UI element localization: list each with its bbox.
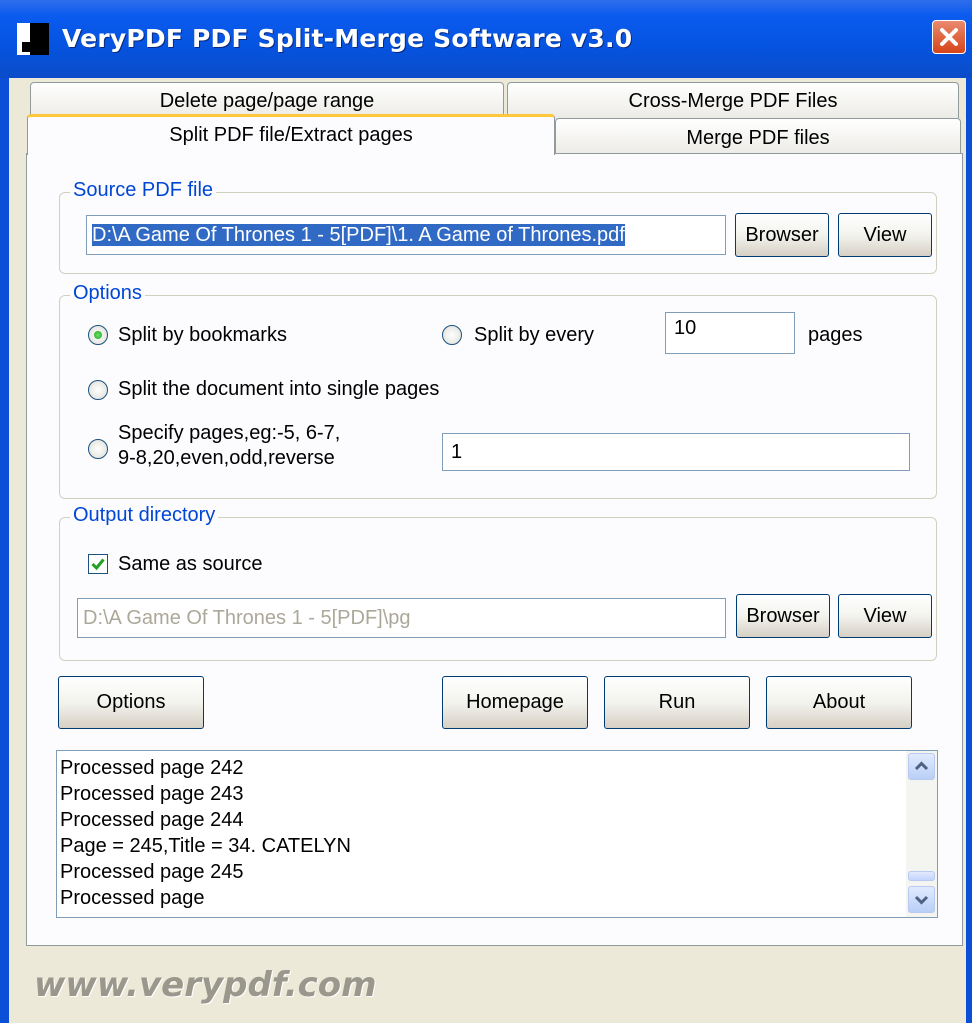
- homepage-button[interactable]: Homepage: [442, 676, 588, 729]
- log-output[interactable]: Processed page 242 Processed page 243 Pr…: [56, 750, 938, 918]
- options-group: Options Split by bookmarks Split by ever…: [59, 282, 937, 499]
- log-line: Processed page 243: [60, 783, 244, 805]
- source-group: Source PDF file D:\A Game Of Thrones 1 -…: [59, 179, 937, 274]
- specify-pages-input[interactable]: 1: [442, 433, 910, 471]
- log-line: Processed page 242: [60, 757, 244, 779]
- app-icon: [17, 23, 49, 55]
- app-window: VeryPDF PDF Split-Merge Software v3.0 De…: [0, 0, 972, 1023]
- source-browse-button[interactable]: Browser: [735, 213, 829, 257]
- output-browse-label: Browser: [746, 605, 820, 627]
- tab-delete-pages[interactable]: Delete page/page range: [30, 82, 504, 118]
- same-as-source-checkbox[interactable]: [88, 554, 108, 574]
- log-line: Processed page: [60, 887, 205, 909]
- output-legend: Output directory: [70, 504, 219, 527]
- homepage-button-label: Homepage: [466, 691, 564, 713]
- source-view-label: View: [863, 224, 907, 246]
- tab-label: Split PDF file/Extract pages: [169, 124, 413, 146]
- specify-pages-radio[interactable]: [88, 439, 108, 459]
- specify-pages-value: 1: [451, 441, 463, 463]
- close-icon: [940, 28, 958, 46]
- log-line: Processed page 245: [60, 861, 244, 883]
- about-button[interactable]: About: [766, 676, 912, 729]
- single-pages-label[interactable]: Split the document into single pages: [118, 378, 439, 401]
- source-path-text: D:\A Game Of Thrones 1 - 5[PDF]\1. A Gam…: [92, 224, 625, 246]
- log-scrollbar[interactable]: [906, 751, 937, 917]
- window-frame-left: [0, 78, 9, 1023]
- tab-label: Cross-Merge PDF Files: [628, 90, 838, 112]
- split-by-bookmarks-label[interactable]: Split by bookmarks: [118, 324, 287, 347]
- chevron-up-icon: [914, 761, 929, 771]
- pages-label: pages: [808, 324, 863, 346]
- split-every-value: 10: [674, 317, 697, 339]
- title-bar[interactable]: VeryPDF PDF Split-Merge Software v3.0: [0, 0, 972, 78]
- tab-label: Delete page/page range: [159, 90, 375, 112]
- output-path-input[interactable]: D:\A Game Of Thrones 1 - 5[PDF]\pg: [77, 598, 726, 638]
- tab-split-pdf[interactable]: Split PDF file/Extract pages: [27, 114, 555, 155]
- single-pages-radio[interactable]: [88, 380, 108, 400]
- tab-label: Merge PDF files: [686, 127, 830, 149]
- run-button-label: Run: [658, 691, 696, 713]
- options-legend: Options: [70, 282, 145, 305]
- footer-website: www.verypdf.com: [34, 965, 377, 1005]
- chevron-down-icon: [914, 895, 929, 905]
- checkmark-icon: [91, 558, 105, 571]
- source-view-button[interactable]: View: [838, 213, 932, 257]
- source-path-input[interactable]: D:\A Game Of Thrones 1 - 5[PDF]\1. A Gam…: [86, 215, 726, 255]
- output-browse-button[interactable]: Browser: [736, 594, 830, 638]
- specify-pages-label-line1[interactable]: Specify pages,eg:-5, 6-7,: [118, 422, 340, 445]
- radio-selected-dot: [94, 331, 102, 339]
- run-button[interactable]: Run: [604, 676, 750, 729]
- output-path-text: D:\A Game Of Thrones 1 - 5[PDF]\pg: [83, 607, 411, 629]
- log-line: Processed page 244: [60, 809, 244, 831]
- split-by-every-radio[interactable]: [442, 325, 462, 345]
- same-as-source-label[interactable]: Same as source: [118, 553, 263, 576]
- options-button[interactable]: Options: [58, 676, 204, 729]
- split-by-every-label[interactable]: Split by every: [474, 324, 594, 347]
- source-browse-label: Browser: [745, 224, 819, 246]
- split-every-input[interactable]: 10: [665, 312, 795, 354]
- tab-cross-merge[interactable]: Cross-Merge PDF Files: [507, 82, 959, 118]
- window-title: VeryPDF PDF Split-Merge Software v3.0: [62, 24, 633, 53]
- output-view-button[interactable]: View: [838, 594, 932, 638]
- specify-pages-label-line2[interactable]: 9-8,20,even,odd,reverse: [118, 447, 335, 470]
- tab-merge-pdf[interactable]: Merge PDF files: [555, 118, 961, 154]
- scroll-up-button[interactable]: [908, 753, 935, 780]
- log-line: Page = 245,Title = 34. CATELYN: [60, 835, 351, 857]
- log-lines: Processed page 242 Processed page 243 Pr…: [60, 755, 351, 911]
- split-by-bookmarks-radio[interactable]: [88, 325, 108, 345]
- close-button[interactable]: [932, 20, 966, 54]
- options-button-label: Options: [96, 691, 166, 713]
- output-group: Output directory Same as source D:\A Gam…: [59, 504, 937, 661]
- about-button-label: About: [812, 691, 866, 713]
- scroll-down-button[interactable]: [908, 886, 935, 913]
- window-frame-right: [966, 78, 972, 1023]
- output-view-label: View: [863, 605, 907, 627]
- scroll-thumb[interactable]: [908, 871, 935, 881]
- source-legend: Source PDF file: [70, 179, 217, 202]
